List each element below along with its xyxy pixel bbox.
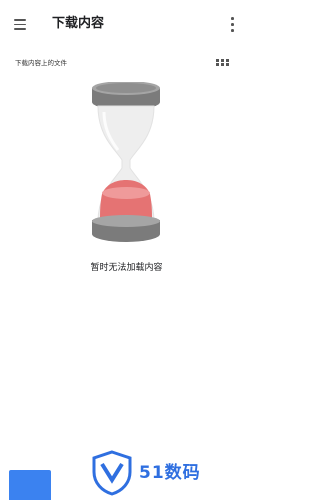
watermark-text: 51数码 [139, 463, 201, 483]
section-label: 下载内容上的文件 [15, 59, 67, 67]
page-title: 下载内容 [52, 16, 105, 31]
grid-view-icon[interactable] [214, 57, 232, 71]
empty-state-message: 暂时无法加载内容 [90, 263, 163, 273]
app-bar: 下载内容 [0, 0, 253, 48]
hourglass-icon [92, 82, 160, 242]
shield-logo [92, 450, 132, 496]
menu-icon[interactable] [12, 14, 32, 34]
bottom-blue-block [9, 470, 51, 500]
more-vert-icon[interactable] [222, 14, 242, 34]
